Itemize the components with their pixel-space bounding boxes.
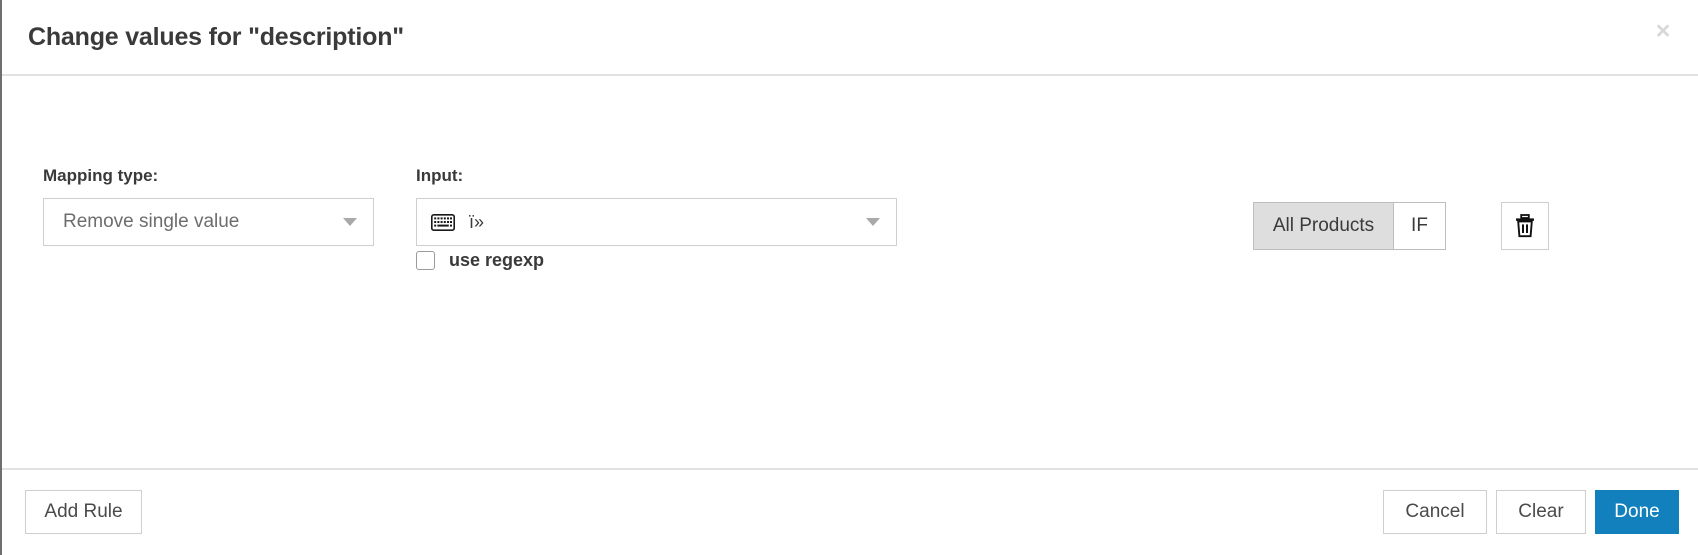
keyboard-icon <box>431 213 455 231</box>
add-rule-button[interactable]: Add Rule <box>25 490 142 534</box>
input-value: ï» <box>469 211 485 232</box>
mapping-type-group: Mapping type: Remove single value <box>43 166 374 246</box>
mapping-type-label: Mapping type: <box>43 166 159 185</box>
scope-toggle-group: All Products IF <box>1253 202 1446 250</box>
checkbox-box <box>416 251 435 270</box>
dialog-body: Mapping type: Remove single value Input: <box>2 76 1698 470</box>
scope-if-button[interactable]: IF <box>1393 203 1445 249</box>
close-icon[interactable]: × <box>1650 18 1676 44</box>
use-regexp-checkbox[interactable]: use regexp <box>416 250 544 271</box>
input-select[interactable]: ï» <box>416 198 897 246</box>
chevron-down-icon <box>343 218 357 226</box>
input-group: Input: ï» <box>416 166 897 246</box>
done-button[interactable]: Done <box>1595 490 1679 534</box>
input-label: Input: <box>416 166 464 185</box>
delete-rule-button[interactable] <box>1501 202 1549 250</box>
use-regexp-label: use regexp <box>449 250 545 270</box>
dialog-header: Change values for "description" × <box>2 0 1698 76</box>
dialog-footer: Add Rule Cancel Clear Done <box>2 470 1698 555</box>
cancel-button[interactable]: Cancel <box>1383 490 1487 534</box>
mapping-type-value: Remove single value <box>63 211 240 232</box>
chevron-down-icon <box>866 218 880 226</box>
trash-icon <box>1516 214 1534 238</box>
dialog-title: Change values for "description" <box>28 22 404 51</box>
input-inner: ï» <box>431 212 484 233</box>
clear-button[interactable]: Clear <box>1496 490 1586 534</box>
mapping-type-select[interactable]: Remove single value <box>43 198 374 246</box>
scope-all-products-button[interactable]: All Products <box>1254 203 1393 249</box>
rule-row: Mapping type: Remove single value Input: <box>2 166 1698 326</box>
change-values-dialog: Change values for "description" × Mappin… <box>0 0 1698 555</box>
